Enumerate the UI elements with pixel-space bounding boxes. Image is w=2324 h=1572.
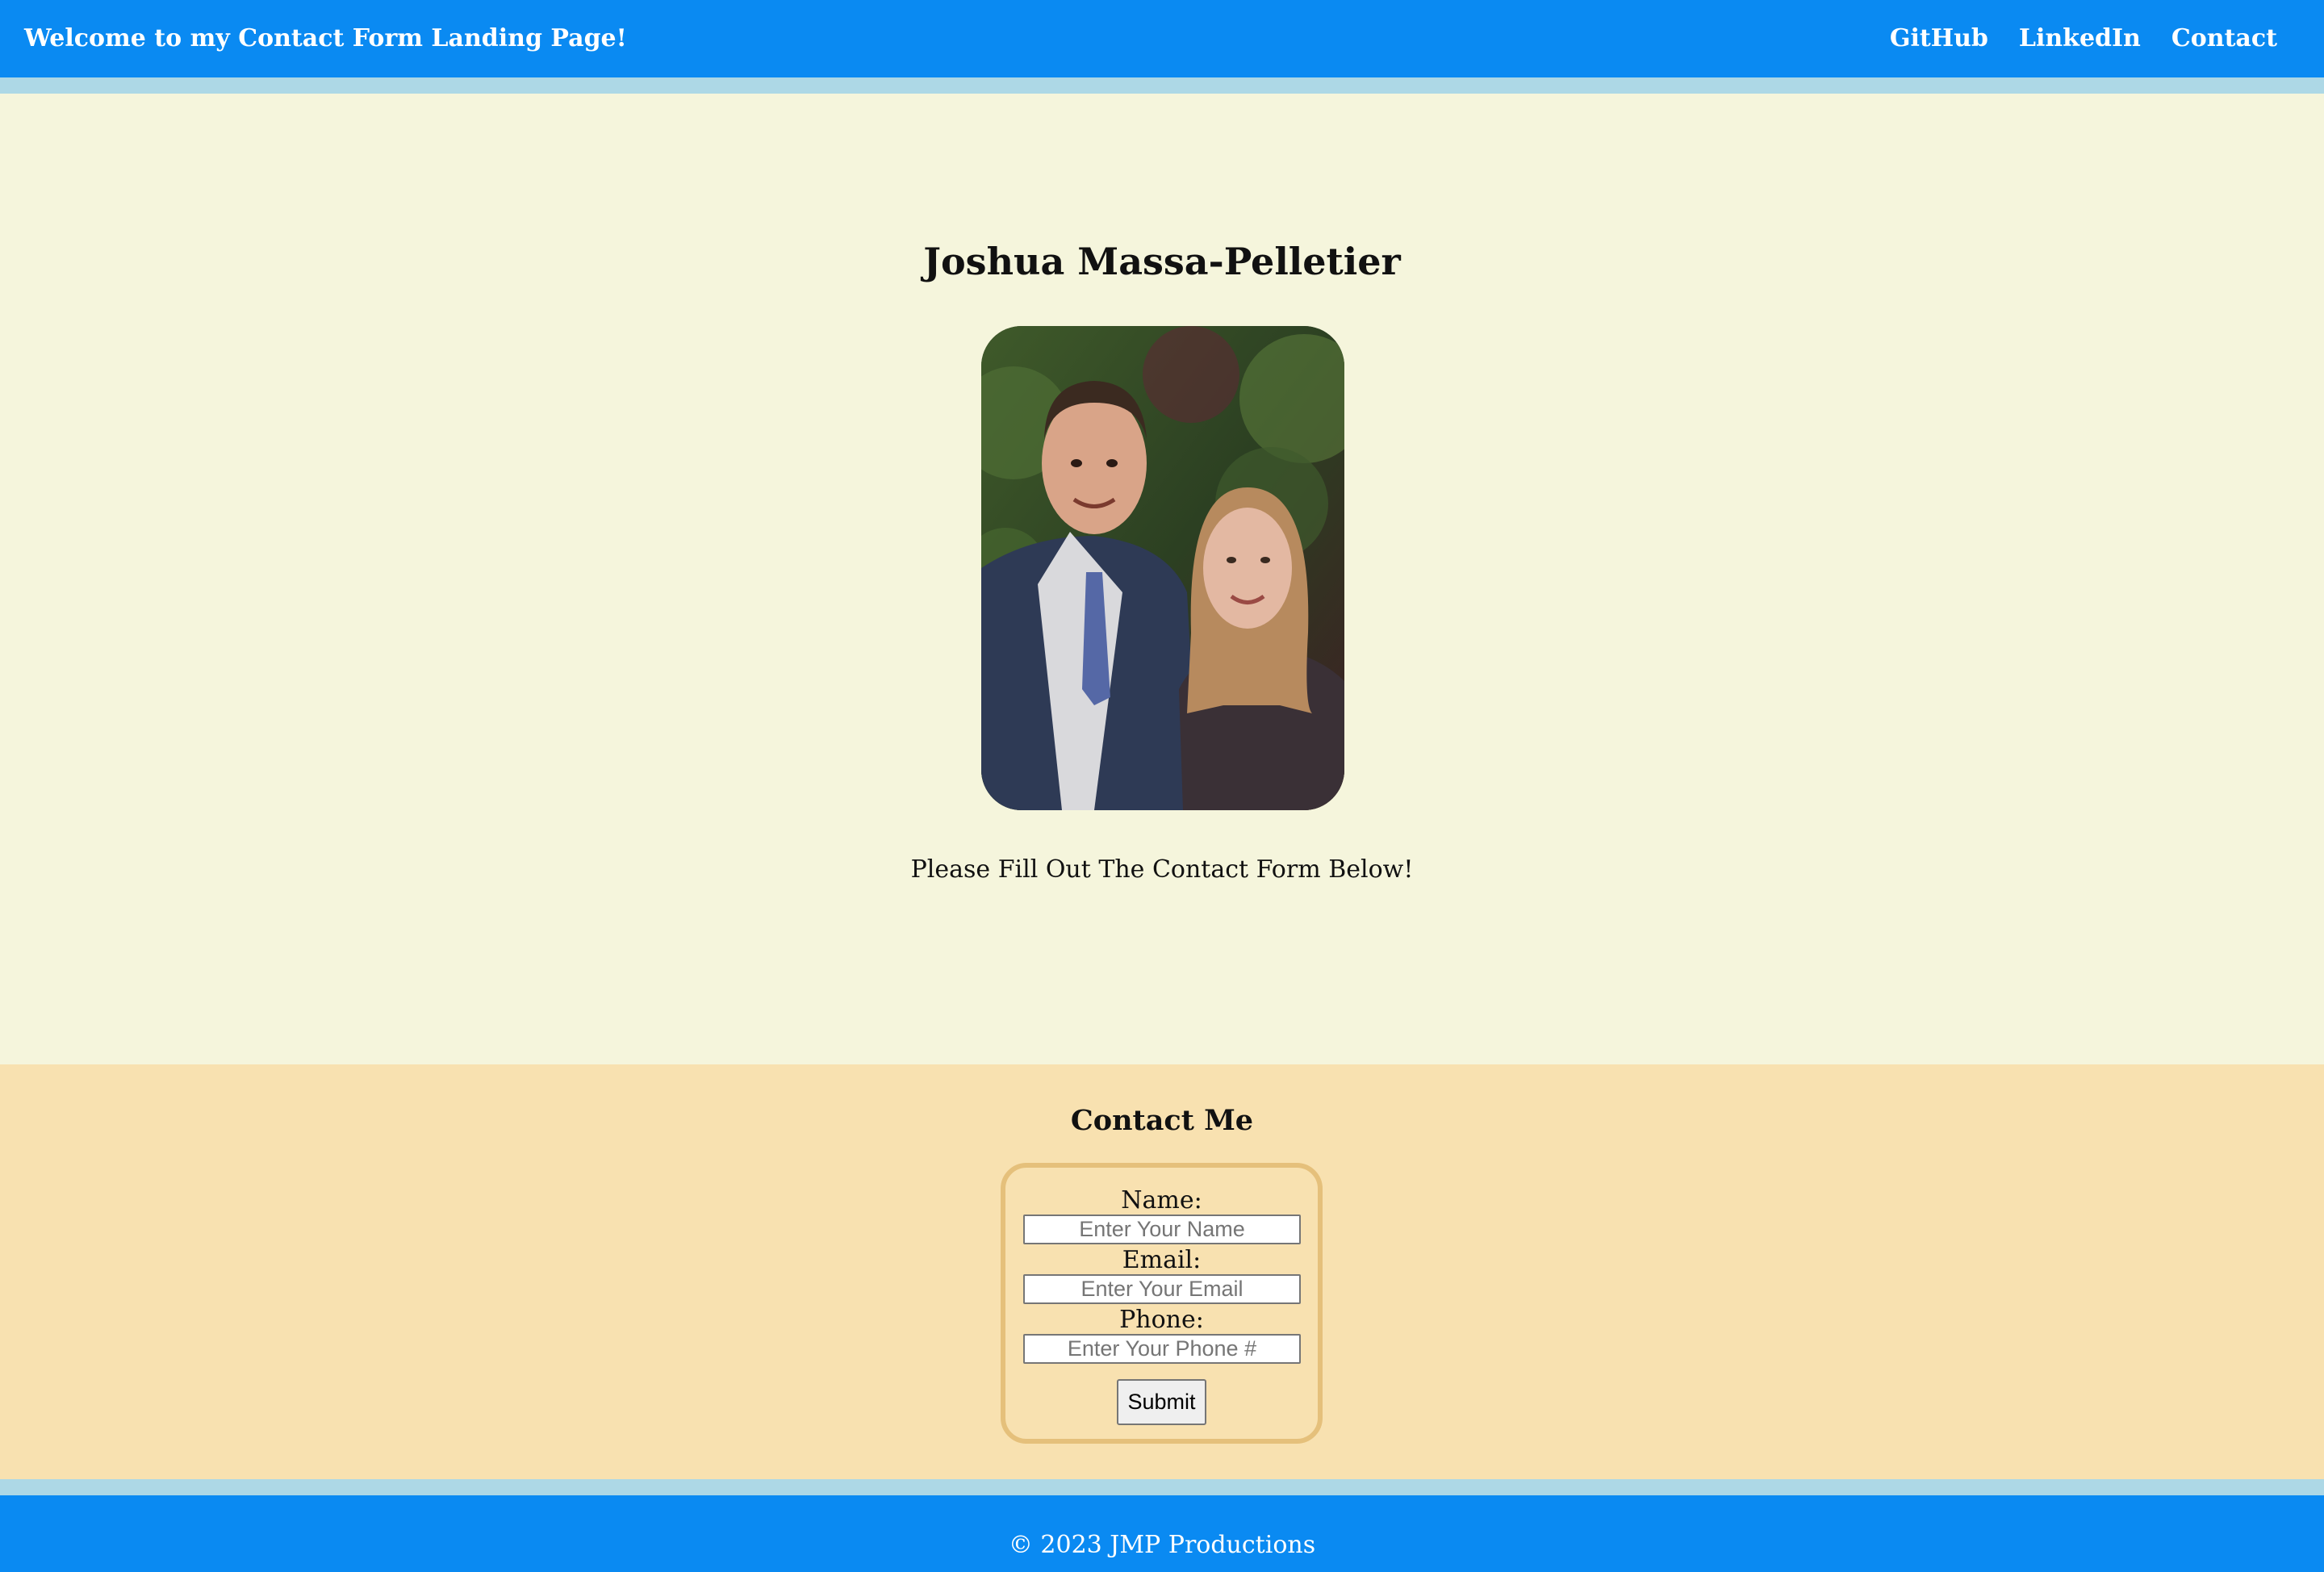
contact-title: Contact Me — [1070, 1104, 1254, 1137]
name-label: Name: — [1121, 1186, 1202, 1215]
profile-name: Joshua Massa-Pelletier — [923, 240, 1401, 283]
email-label: Email: — [1122, 1246, 1202, 1274]
main-nav: GitHub LinkedIn Contact — [1890, 23, 2277, 55]
nav-link-github[interactable]: GitHub — [1890, 23, 1988, 55]
submit-button[interactable]: Submit — [1117, 1379, 1206, 1425]
site-header: Welcome to my Contact Form Landing Page!… — [0, 0, 2324, 94]
contact-section: Contact Me Name: Email: Phone: Submit — [0, 1064, 2324, 1479]
header-title: Welcome to my Contact Form Landing Page! — [24, 24, 627, 52]
hero-section: Joshua Massa-Pelletier Please Fill Out T… — [0, 94, 2324, 1064]
contact-form: Name: Email: Phone: Submit — [1001, 1163, 1323, 1444]
nav-link-linkedin[interactable]: LinkedIn — [2019, 23, 2141, 55]
site-footer: © 2023 JMP Productions — [0, 1479, 2324, 1572]
footer-copyright: © 2023 JMP Productions — [1008, 1531, 1316, 1559]
phone-input[interactable] — [1023, 1334, 1301, 1364]
profile-photo — [981, 326, 1344, 810]
name-input[interactable] — [1023, 1215, 1301, 1244]
nav-link-contact[interactable]: Contact — [2171, 23, 2277, 55]
email-input[interactable] — [1023, 1274, 1301, 1304]
hero-tagline: Please Fill Out The Contact Form Below! — [910, 855, 1414, 884]
phone-label: Phone: — [1119, 1306, 1204, 1334]
